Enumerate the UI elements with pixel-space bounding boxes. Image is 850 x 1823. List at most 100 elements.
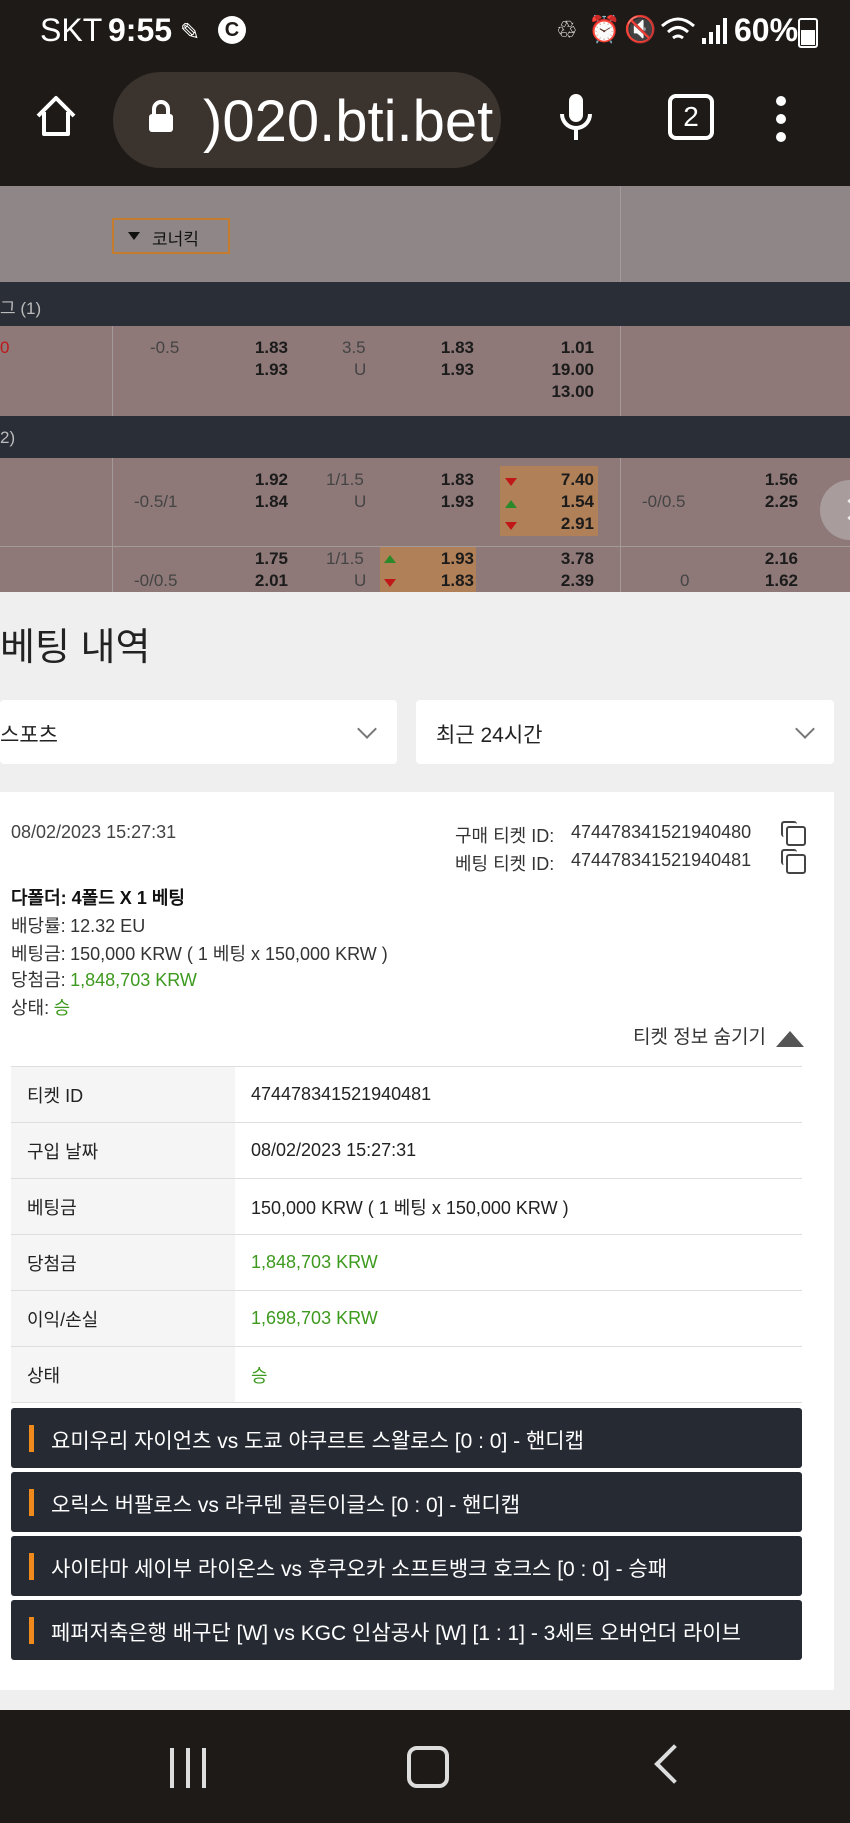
odds-value[interactable]: 2.39 (540, 571, 594, 591)
tab-switcher-button[interactable]: 2 (668, 94, 714, 140)
odds-value[interactable]: 1.93 (426, 549, 474, 569)
odds-value[interactable]: 7.40 (540, 470, 594, 490)
notification-icon: ♲ (556, 17, 578, 44)
table-key: 상태 (11, 1346, 235, 1403)
odds-value[interactable]: 1.93 (240, 360, 288, 380)
odds-value[interactable]: 1.54 (540, 492, 594, 512)
table-row: 베팅금 150,000 KRW ( 1 베팅 x 150,000 KRW ) (11, 1178, 802, 1235)
handicap-line: -0.5/1 (134, 492, 178, 511)
total-line: 1/1.5 (326, 549, 364, 568)
handicap-line: -0.5 (150, 338, 180, 357)
odds-table: 코너킥 그 (1) 0 -0.5 1.83 1.93 3.5 U 1.83 1.… (0, 186, 850, 592)
winnings-value: 1,848,703 KRW (70, 970, 197, 990)
bet-event-item[interactable]: 요미우리 자이언츠 vs 도쿄 야쿠르트 스왈로스 [0 : 0] - 핸디캡 (11, 1408, 802, 1468)
league-header-text: 2) (0, 428, 16, 447)
odds-value[interactable]: 1.93 (426, 360, 474, 380)
more-menu-icon[interactable] (776, 96, 786, 142)
odds-value[interactable]: 2.01 (240, 571, 288, 591)
table-value: 150,000 KRW ( 1 베팅 x 150,000 KRW ) (235, 1178, 802, 1235)
ticket-date: 08/02/2023 15:27:31 (11, 822, 177, 842)
pill-icon: ✎ (180, 19, 201, 46)
odds-up-icon (384, 555, 396, 563)
scroll-next-button[interactable] (820, 480, 850, 540)
odds-down-icon (505, 478, 517, 486)
tab-count: 2 (683, 101, 699, 132)
copy-icon[interactable] (781, 849, 806, 874)
league-header: 그 (1) (0, 282, 850, 326)
battery-icon (798, 18, 818, 48)
caret-down-icon (128, 232, 140, 240)
stake-value: 150,000 KRW ( 1 베팅 x 150,000 KRW ) (70, 944, 388, 964)
copy-icon[interactable] (781, 821, 806, 846)
status-bar: SKT 9:55 ✎ C ♲ ⏰ 🔇 60% (0, 0, 850, 62)
bet-event-item[interactable]: 오릭스 버팔로스 vs 라쿠텐 골든이글스 [0 : 0] - 핸디캡 (11, 1472, 802, 1532)
odds-value[interactable]: 1.83 (426, 338, 474, 358)
ticket-info-table: 티켓 ID 474478341521940481 구입 날짜 08/02/2023 … (11, 1066, 802, 1403)
total-line: 3.5 (342, 338, 366, 357)
odds-value[interactable]: 1.83 (240, 338, 288, 358)
odds-value[interactable]: 1.83 (426, 470, 474, 490)
odds-value[interactable]: 1.01 (540, 338, 594, 358)
sport-select[interactable]: 스포츠 (0, 700, 397, 764)
odds-value[interactable]: 19.00 (540, 360, 594, 380)
hide-ticket-info-toggle[interactable]: 티켓 정보 숨기기 (633, 1022, 805, 1049)
lock-icon (149, 100, 173, 132)
microphone-icon[interactable] (558, 92, 594, 142)
bet-event-item[interactable]: 사이타마 세이부 라이온스 vs 후쿠오카 소프트뱅크 호크스 [0 : 0] … (11, 1536, 802, 1596)
bet-event-label: 사이타마 세이부 라이온스 vs 후쿠오카 소프트뱅크 호크스 [0 : 0] … (51, 1558, 668, 1581)
table-value: 474478341521940481 (235, 1066, 802, 1123)
odds-up-icon (505, 500, 517, 508)
odds-value[interactable]: 2.25 (748, 492, 798, 512)
c-app-icon: C (218, 16, 246, 44)
time-range-select[interactable]: 최근 24시간 (416, 700, 834, 764)
table-value: 승 (235, 1346, 802, 1403)
winnings-label: 당첨금: (11, 970, 66, 990)
odds-value[interactable]: 2.16 (748, 549, 798, 569)
battery-percent: 60% (734, 12, 799, 48)
handicap-line: 0 (680, 571, 690, 590)
status-label: 상태: (11, 998, 50, 1018)
status-line: 상태: 승 (11, 994, 70, 1020)
signal-icon (702, 18, 727, 44)
odds-value[interactable]: 1.84 (240, 492, 288, 512)
corner-row: 코너킥 (0, 186, 850, 282)
home-button[interactable] (407, 1746, 449, 1788)
total-line: 1/1.5 (326, 470, 364, 489)
accent-bar (29, 1617, 34, 1644)
triangle-up-icon (776, 1030, 805, 1047)
back-button[interactable] (654, 1744, 694, 1784)
address-bar[interactable]: )020.bti.bet (113, 72, 501, 168)
bet-event-label: 요미우리 자이언츠 vs 도쿄 야쿠르트 스왈로스 [0 : 0] - 핸디캡 (51, 1430, 584, 1453)
odds-value[interactable]: 1.92 (240, 470, 288, 490)
odds-value[interactable]: 1.62 (748, 571, 798, 591)
wifi-icon (661, 17, 695, 40)
time-range-value: 최근 24시간 (436, 724, 543, 747)
bet-event-item[interactable]: 페퍼저축은행 배구단 [W] vs KGC 인삼공사 [W] [1 : 1] -… (11, 1600, 802, 1660)
under-label: U (354, 571, 367, 590)
accent-bar (29, 1553, 34, 1580)
odds-value[interactable]: 1.75 (240, 549, 288, 569)
odds-value[interactable]: 1.56 (748, 470, 798, 490)
corner-kick-toggle[interactable]: 코너킥 (112, 218, 230, 254)
odds-value[interactable]: 13.00 (540, 382, 594, 402)
table-row: 이익/손실 1,698,703 KRW (11, 1290, 802, 1347)
purchase-id-label: 구매 티켓 ID: (455, 826, 555, 846)
odds-value[interactable]: 1.93 (426, 492, 474, 512)
alarm-icon: ⏰ (588, 14, 621, 44)
recent-apps-button[interactable] (170, 1748, 206, 1788)
odds-value[interactable]: 1.83 (426, 571, 474, 591)
clock: 9:55 (108, 12, 173, 48)
table-key: 티켓 ID (11, 1066, 235, 1123)
odds-value: 12.32 EU (70, 916, 146, 936)
table-row: 티켓 ID 474478341521940481 (11, 1066, 802, 1123)
under-label: U (354, 492, 367, 511)
odds-value[interactable]: 2.91 (540, 514, 594, 534)
odds-value[interactable]: 3.78 (540, 549, 594, 569)
odds-down-icon (384, 579, 396, 587)
home-icon[interactable] (34, 94, 78, 138)
winnings-line: 당첨금: 1,848,703 KRW (11, 966, 197, 992)
purchase-id-value: 474478341521940480 (571, 822, 752, 842)
table-key: 당첨금 (11, 1234, 235, 1291)
mute-icon: 🔇 (624, 14, 657, 44)
stake-label: 베팅금: (11, 944, 66, 964)
